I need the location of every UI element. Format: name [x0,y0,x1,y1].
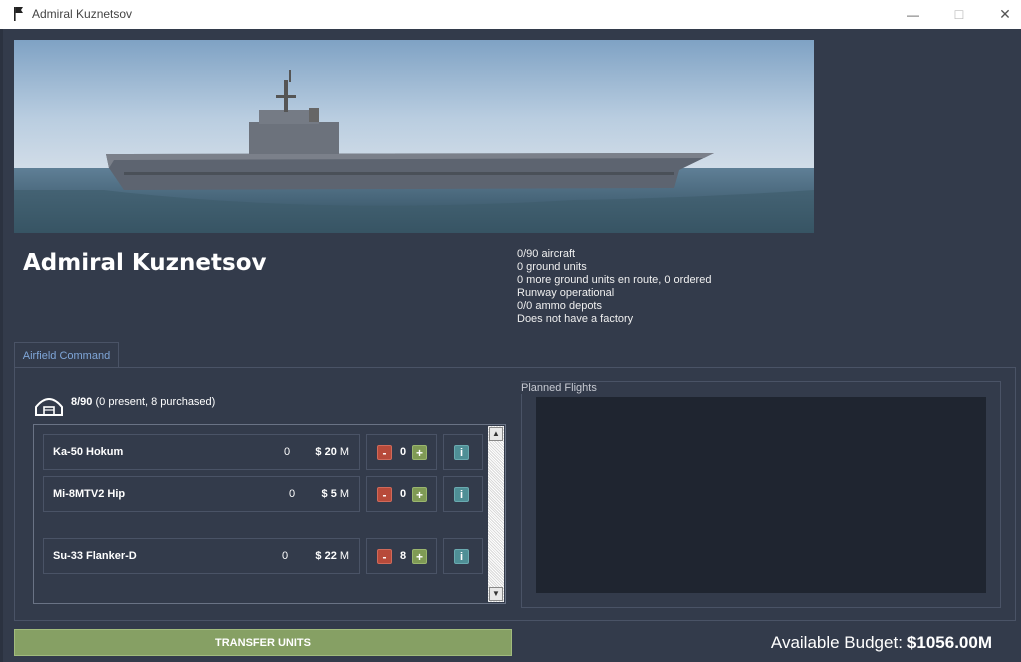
tab-airfield-command[interactable]: Airfield Command [14,342,119,368]
aircraft-name: Ka-50 Hokum [53,446,124,458]
info-button[interactable]: i [454,445,469,460]
aircraft-available: 0 [282,550,289,562]
budget-value: $1056.00M [906,633,992,652]
aircraft-name-cell: Ka-50 Hokum 0 $ 20 M [43,434,360,470]
aircraft-price-value: $ 20 [315,446,337,458]
aircraft-list-scrollbar[interactable]: ▲ ▼ [488,426,504,602]
available-budget: Available Budget: $1056.00M [771,633,992,653]
order-controls: - 0 + [366,434,437,470]
ordered-count: 0 [399,446,407,458]
status-ammo-depots: 0/0 ammo depots [517,300,602,312]
budget-label: Available Budget: [770,633,903,652]
aircraft-name: Su-33 Flanker-D [53,550,137,562]
aircraft-name-cell: Su-33 Flanker-D 0 $ 22 M [43,538,360,574]
increase-button[interactable]: + [412,445,427,460]
list-item: Ka-50 Hokum 0 $ 20 M - 0 + i [43,434,483,470]
aircraft-price-value: $ 22 [315,550,337,562]
info-cell: i [443,434,483,470]
decrease-button[interactable]: - [377,549,392,564]
planned-flights-label: Planned Flights [519,382,599,394]
ordered-count: 8 [399,550,407,562]
aircraft-price-unit: M [339,550,349,562]
planned-flights-list[interactable] [536,397,986,593]
aircraft-count: 8/90 (0 present, 8 purchased) [71,396,215,408]
flag-icon [14,7,23,21]
carrier-banner-image [14,40,814,233]
status-factory: Does not have a factory [517,313,634,325]
status-ground-units: 0 ground units [517,261,587,273]
list-item: Mi-8MTV2 Hip 0 $ 5M - 0 + i [43,476,483,512]
ordered-count: 0 [399,488,407,500]
minimize-button[interactable]: — [890,0,936,29]
maximize-icon: ☐ [953,7,965,22]
info-button[interactable]: i [454,549,469,564]
aircraft-count-detail: (0 present, 8 purchased) [95,396,216,408]
order-controls: - 8 + [366,538,437,574]
aircraft-count-value: 8/90 [71,396,93,408]
aircraft-price-unit: M [339,446,349,458]
aircraft-price-unit: M [339,488,349,500]
aircraft-price-value: $ 5 [321,488,337,500]
unit-status: 0/90 aircraft 0 ground units 0 more grou… [517,248,711,326]
minimize-icon: — [907,7,919,22]
increase-button[interactable]: + [412,549,427,564]
close-icon: ✕ [999,6,1011,22]
decrease-button[interactable]: - [377,445,392,460]
info-cell: i [443,476,483,512]
title-bar: Admiral Kuznetsov — ☐ ✕ [0,0,1021,29]
scroll-down-arrow-icon[interactable]: ▼ [489,587,503,601]
status-runway: Runway operational [517,287,615,299]
unit-name: Admiral Kuznetsov [23,250,267,276]
maximize-button[interactable]: ☐ [936,0,982,29]
aircraft-price: $ 20 M [315,446,349,458]
transfer-units-button[interactable]: TRANSFER UNITS [14,629,512,656]
close-button[interactable]: ✕ [982,0,1021,29]
aircraft-available: 0 [284,446,291,458]
info-button[interactable]: i [454,487,469,502]
aircraft-available: 0 [289,488,296,500]
info-cell: i [443,538,483,574]
increase-button[interactable]: + [412,487,427,502]
aircraft-price: $ 5M [322,488,349,500]
decrease-button[interactable]: - [377,487,392,502]
status-en-route: 0 more ground units en route, 0 ordered [517,274,712,286]
aircraft-name: Mi-8MTV2 Hip [53,488,126,500]
window-title: Admiral Kuznetsov [32,7,133,21]
aircraft-name-cell: Mi-8MTV2 Hip 0 $ 5M [43,476,360,512]
status-aircraft: 0/90 aircraft [517,248,576,260]
aircraft-price: $ 22 M [315,550,349,562]
list-item: Su-33 Flanker-D 0 $ 22 M - 8 + i [43,538,483,574]
scroll-up-arrow-icon[interactable]: ▲ [489,427,503,441]
order-controls: - 0 + [366,476,437,512]
hangar-icon [35,398,63,416]
